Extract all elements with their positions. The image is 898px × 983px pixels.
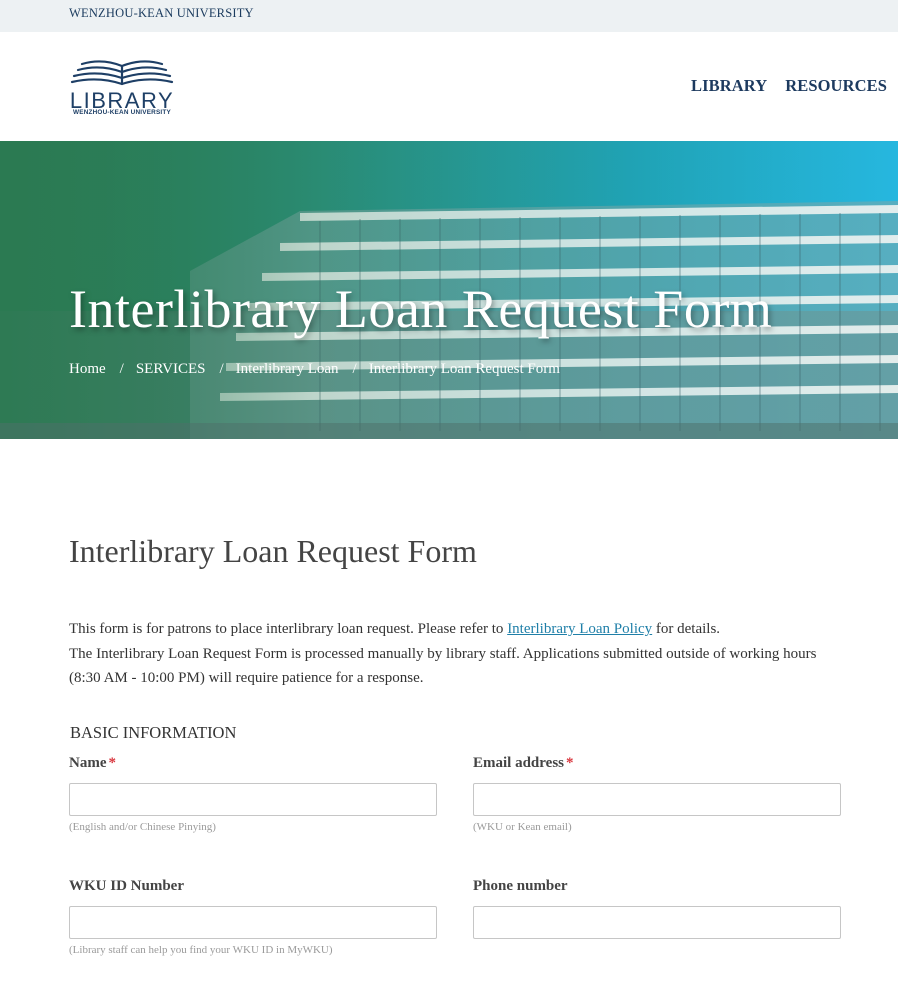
- site-header: LIBRARY WENZHOU-KEAN UNIVERSITY LIBRARY …: [0, 32, 898, 141]
- phone-label: Phone number: [473, 878, 568, 894]
- hero-banner: Interlibrary Loan Request Form Home / SERV…: [0, 141, 898, 439]
- email-input[interactable]: [473, 783, 841, 816]
- library-logo[interactable]: LIBRARY WENZHOU-KEAN UNIVERSITY: [68, 56, 176, 118]
- wku-id-hint: (Library staff can help you find your WK…: [69, 944, 333, 956]
- nav-item-library[interactable]: LIBRARY: [691, 76, 767, 95]
- breadcrumb-separator: /: [352, 361, 357, 377]
- main-nav: LIBRARY RESOURCES S: [691, 76, 898, 96]
- phone-input[interactable]: [473, 906, 841, 939]
- name-field-group: Name * (English and/or Chinese Pinying): [69, 755, 437, 833]
- breadcrumb-home[interactable]: Home: [69, 361, 106, 377]
- wku-id-label: WKU ID Number: [69, 878, 184, 894]
- name-label-text: Name: [69, 755, 107, 771]
- email-label-text: Email address: [473, 755, 564, 771]
- intro-text-2: The Interlibrary Loan Request Form is pr…: [69, 645, 817, 687]
- logo-subtitle: WENZHOU-KEAN UNIVERSITY: [73, 109, 171, 116]
- required-asterisk: *: [566, 755, 574, 771]
- intro-text: This form is for patrons to place interl…: [69, 617, 829, 691]
- intro-text-1-end: for details.: [652, 621, 721, 637]
- nav-item-resources[interactable]: RESOURCES: [785, 76, 887, 95]
- name-hint: (English and/or Chinese Pinying): [69, 821, 216, 833]
- wku-id-field-group: WKU ID Number (Library staff can help yo…: [69, 878, 437, 956]
- breadcrumb-separator: /: [119, 361, 124, 377]
- breadcrumb-services[interactable]: SERVICES: [136, 361, 206, 377]
- interlibrary-loan-policy-link[interactable]: Interlibrary Loan Policy: [507, 621, 652, 637]
- breadcrumb-current: Interlibrary Loan Request Form: [368, 361, 560, 377]
- hero-title: Interlibrary Loan Request Form: [69, 279, 773, 339]
- name-label: Name *: [69, 755, 437, 775]
- required-asterisk: *: [108, 755, 117, 771]
- wku-id-input[interactable]: [69, 906, 437, 939]
- email-label: Email address *: [473, 755, 841, 775]
- email-field-group: Email address * (WKU or Kean email): [473, 755, 841, 833]
- page-title: Interlibrary Loan Request Form: [69, 533, 477, 569]
- name-input[interactable]: [69, 783, 437, 816]
- open-book-icon: [70, 60, 174, 86]
- breadcrumb-interlibrary-loan[interactable]: Interlibrary Loan: [236, 361, 339, 377]
- university-name[interactable]: WENZHOU-KEAN UNIVERSITY: [69, 6, 254, 21]
- email-hint: (WKU or Kean email): [473, 821, 572, 833]
- breadcrumb-separator: /: [219, 361, 224, 377]
- phone-field-group: Phone number: [473, 878, 841, 939]
- breadcrumb: Home / SERVICES / Interlibrary Loan / Interlib…: [69, 361, 560, 378]
- top-bar: WENZHOU-KEAN UNIVERSITY: [0, 0, 898, 32]
- intro-text-1: This form is for patrons to place interl…: [69, 621, 508, 637]
- section-heading-basic-information: BASIC INFORMATION: [70, 723, 237, 742]
